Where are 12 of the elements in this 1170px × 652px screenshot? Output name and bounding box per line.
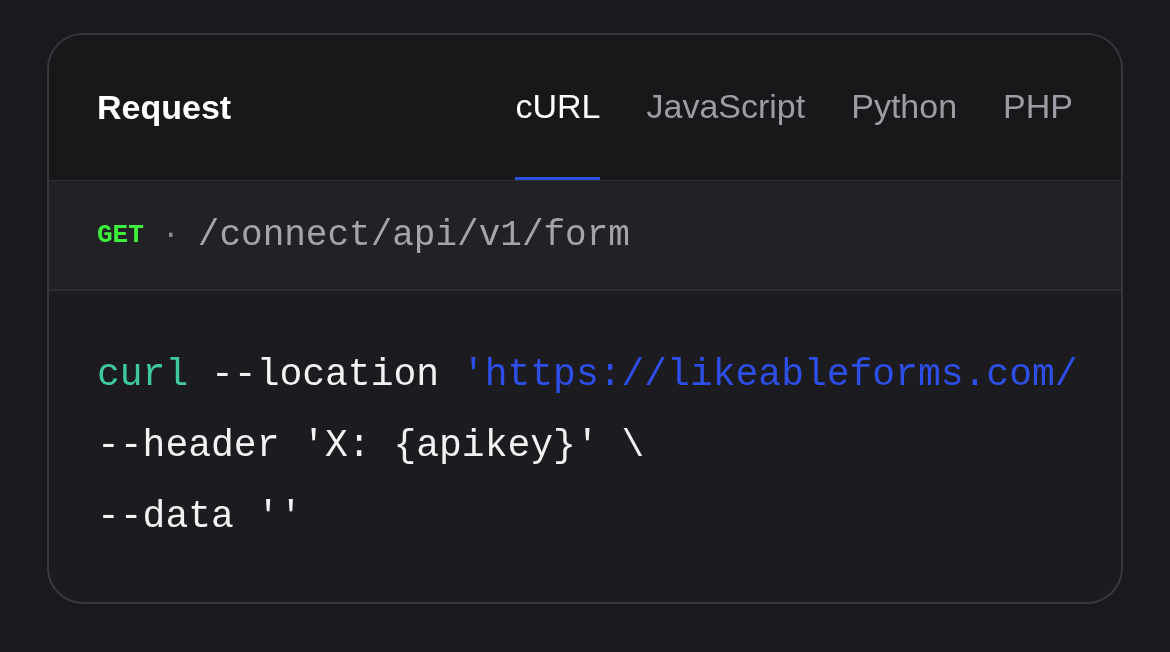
http-method: GET [97, 220, 144, 250]
panel-title: Request [97, 88, 232, 127]
code-token: --header 'X: {apikey}' \ [97, 423, 645, 469]
code-token: --data '' [97, 494, 303, 540]
language-tab[interactable]: Python [851, 35, 958, 180]
language-tab[interactable]: PHP [1003, 35, 1073, 180]
code-token: --location [210, 352, 441, 398]
language-tab[interactable]: JavaScript [646, 35, 806, 180]
separator-dot: · [161, 218, 180, 252]
code-token: 'https://likeableforms.com/ [461, 352, 1078, 398]
code-token: curl [97, 352, 189, 398]
endpoint-path: /connect/api/v1/form [197, 214, 630, 256]
